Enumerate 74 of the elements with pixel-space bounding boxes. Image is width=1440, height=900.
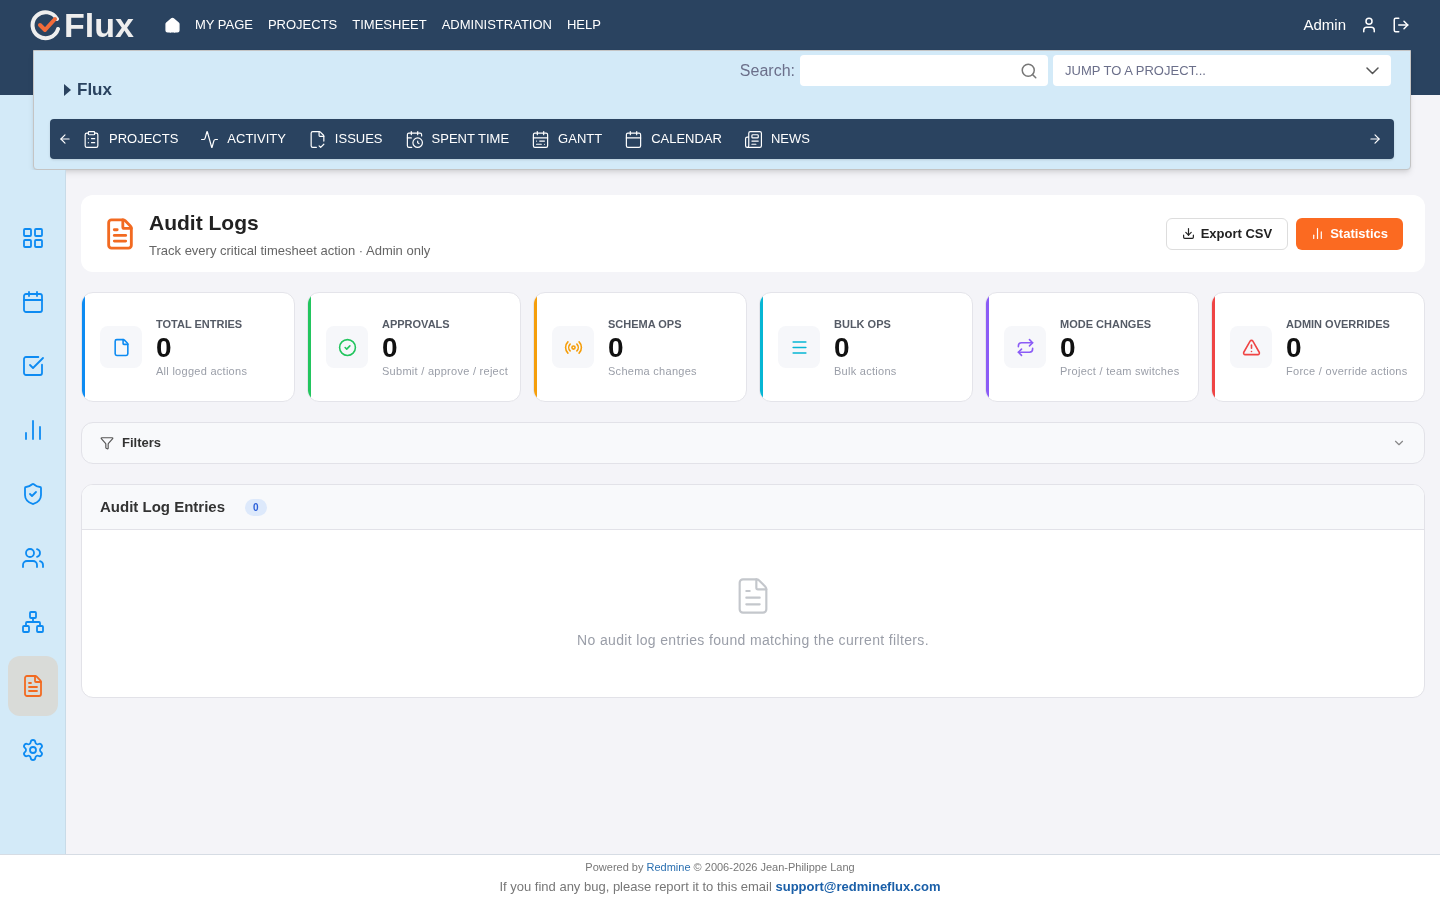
search-icon[interactable] — [1020, 61, 1038, 80]
stat-value: 0 — [834, 332, 851, 365]
entries-title: Audit Log Entries — [100, 496, 225, 517]
nav-link[interactable]: PROJECTS — [267, 15, 338, 35]
stat-label: APPROVALS — [382, 316, 451, 332]
nav-link[interactable]: MY PAGE — [194, 15, 253, 35]
calendar-icon — [20, 290, 45, 314]
stat-note: Force / override actions — [1286, 364, 1408, 379]
stat-value: 0 — [608, 332, 625, 365]
caret-icon[interactable] — [64, 83, 71, 96]
bug-report-text: If you find any bug, please report it to this email support@redmineflux.com — [499, 878, 941, 896]
bar-chart-icon — [1311, 227, 1325, 240]
project-menu-item[interactable]: GANTT — [531, 129, 603, 149]
check-circle-icon — [337, 337, 357, 357]
clipboard-icon — [82, 129, 101, 149]
logout-icon[interactable] — [1392, 16, 1410, 34]
nav-link[interactable]: ADMINISTRATION — [441, 15, 552, 35]
calendar-icon — [624, 129, 644, 149]
pulse-icon — [200, 129, 220, 149]
filter-icon — [100, 436, 114, 450]
logo-icon — [30, 9, 62, 41]
project-title: Flux — [77, 79, 112, 101]
stat-label: SCHEMA OPS — [608, 316, 683, 332]
stat-label: MODE CHANGES — [1060, 316, 1153, 332]
project-menu-item[interactable]: NEWS — [743, 129, 810, 149]
warning-icon — [1241, 337, 1261, 357]
project-menu-item[interactable]: ISSUES — [307, 129, 383, 149]
stat-note: All logged actions — [156, 364, 248, 379]
stat-note: Bulk actions — [834, 364, 897, 379]
stat-note: Project / team switches — [1060, 364, 1180, 379]
stat-label: ADMIN OVERRIDES — [1286, 316, 1391, 332]
repeat-icon — [1015, 337, 1035, 357]
home-icon[interactable] — [163, 16, 181, 34]
search-label: Search: — [739, 60, 795, 81]
calendar-icon — [531, 129, 551, 149]
stat-value: 0 — [156, 332, 173, 365]
calendar-clock-icon — [404, 129, 424, 149]
empty-message: No audit log entries found matching the current filters. — [577, 631, 929, 650]
user-icon[interactable] — [1360, 16, 1378, 34]
export-button[interactable]: Export CSV — [1165, 217, 1289, 250]
search-field[interactable] — [800, 55, 1048, 86]
project-menu-item[interactable]: PROJECTS — [82, 129, 179, 149]
stat-label: BULK OPS — [834, 316, 892, 332]
project-jump-select[interactable]: JUMP TO A PROJECT... — [1053, 55, 1391, 86]
stat-value: 0 — [382, 332, 399, 365]
users-icon — [20, 546, 45, 570]
project-menu-item[interactable]: ACTIVITY — [200, 129, 286, 149]
page-subtitle: Track every critical timesheet action · Admin only — [149, 241, 431, 260]
user-name[interactable]: Admin — [1303, 13, 1346, 37]
sidebar-item[interactable] — [7, 656, 58, 716]
stat-note: Submit / approve / reject — [382, 364, 509, 379]
chevron-down-icon — [1366, 66, 1379, 75]
project-menu-item[interactable]: CALENDAR — [624, 129, 722, 149]
stat-note: Schema changes — [608, 364, 697, 379]
email-link[interactable]: support@redmineflux.com — [775, 879, 941, 894]
stat-value: 0 — [1286, 332, 1303, 365]
entries-count: 0 — [245, 498, 267, 516]
nav-link[interactable]: HELP — [566, 15, 601, 35]
stat-label: TOTAL ENTRIES — [156, 316, 244, 332]
filters-toggle[interactable]: Filters — [81, 422, 1425, 464]
page-title: Audit Logs — [149, 210, 260, 236]
network-icon — [20, 610, 45, 634]
settings-icon — [20, 738, 45, 762]
logo-text: Flux — [64, 8, 134, 42]
download-icon — [1181, 227, 1195, 240]
redmine-link[interactable]: Redmine — [646, 860, 691, 873]
stat-value: 0 — [1060, 332, 1077, 365]
powered-by-text: Powered by Redmine © 2006-2026 Jean-Philippe Lang — [585, 859, 855, 875]
checkbox-icon — [20, 354, 45, 378]
grid-icon — [20, 226, 45, 250]
project-menu-item[interactable]: SPENT TIME — [404, 129, 510, 149]
nav-link[interactable]: TIMESHEET — [352, 15, 427, 35]
newspaper-icon — [743, 129, 763, 149]
file-icon — [111, 337, 131, 357]
